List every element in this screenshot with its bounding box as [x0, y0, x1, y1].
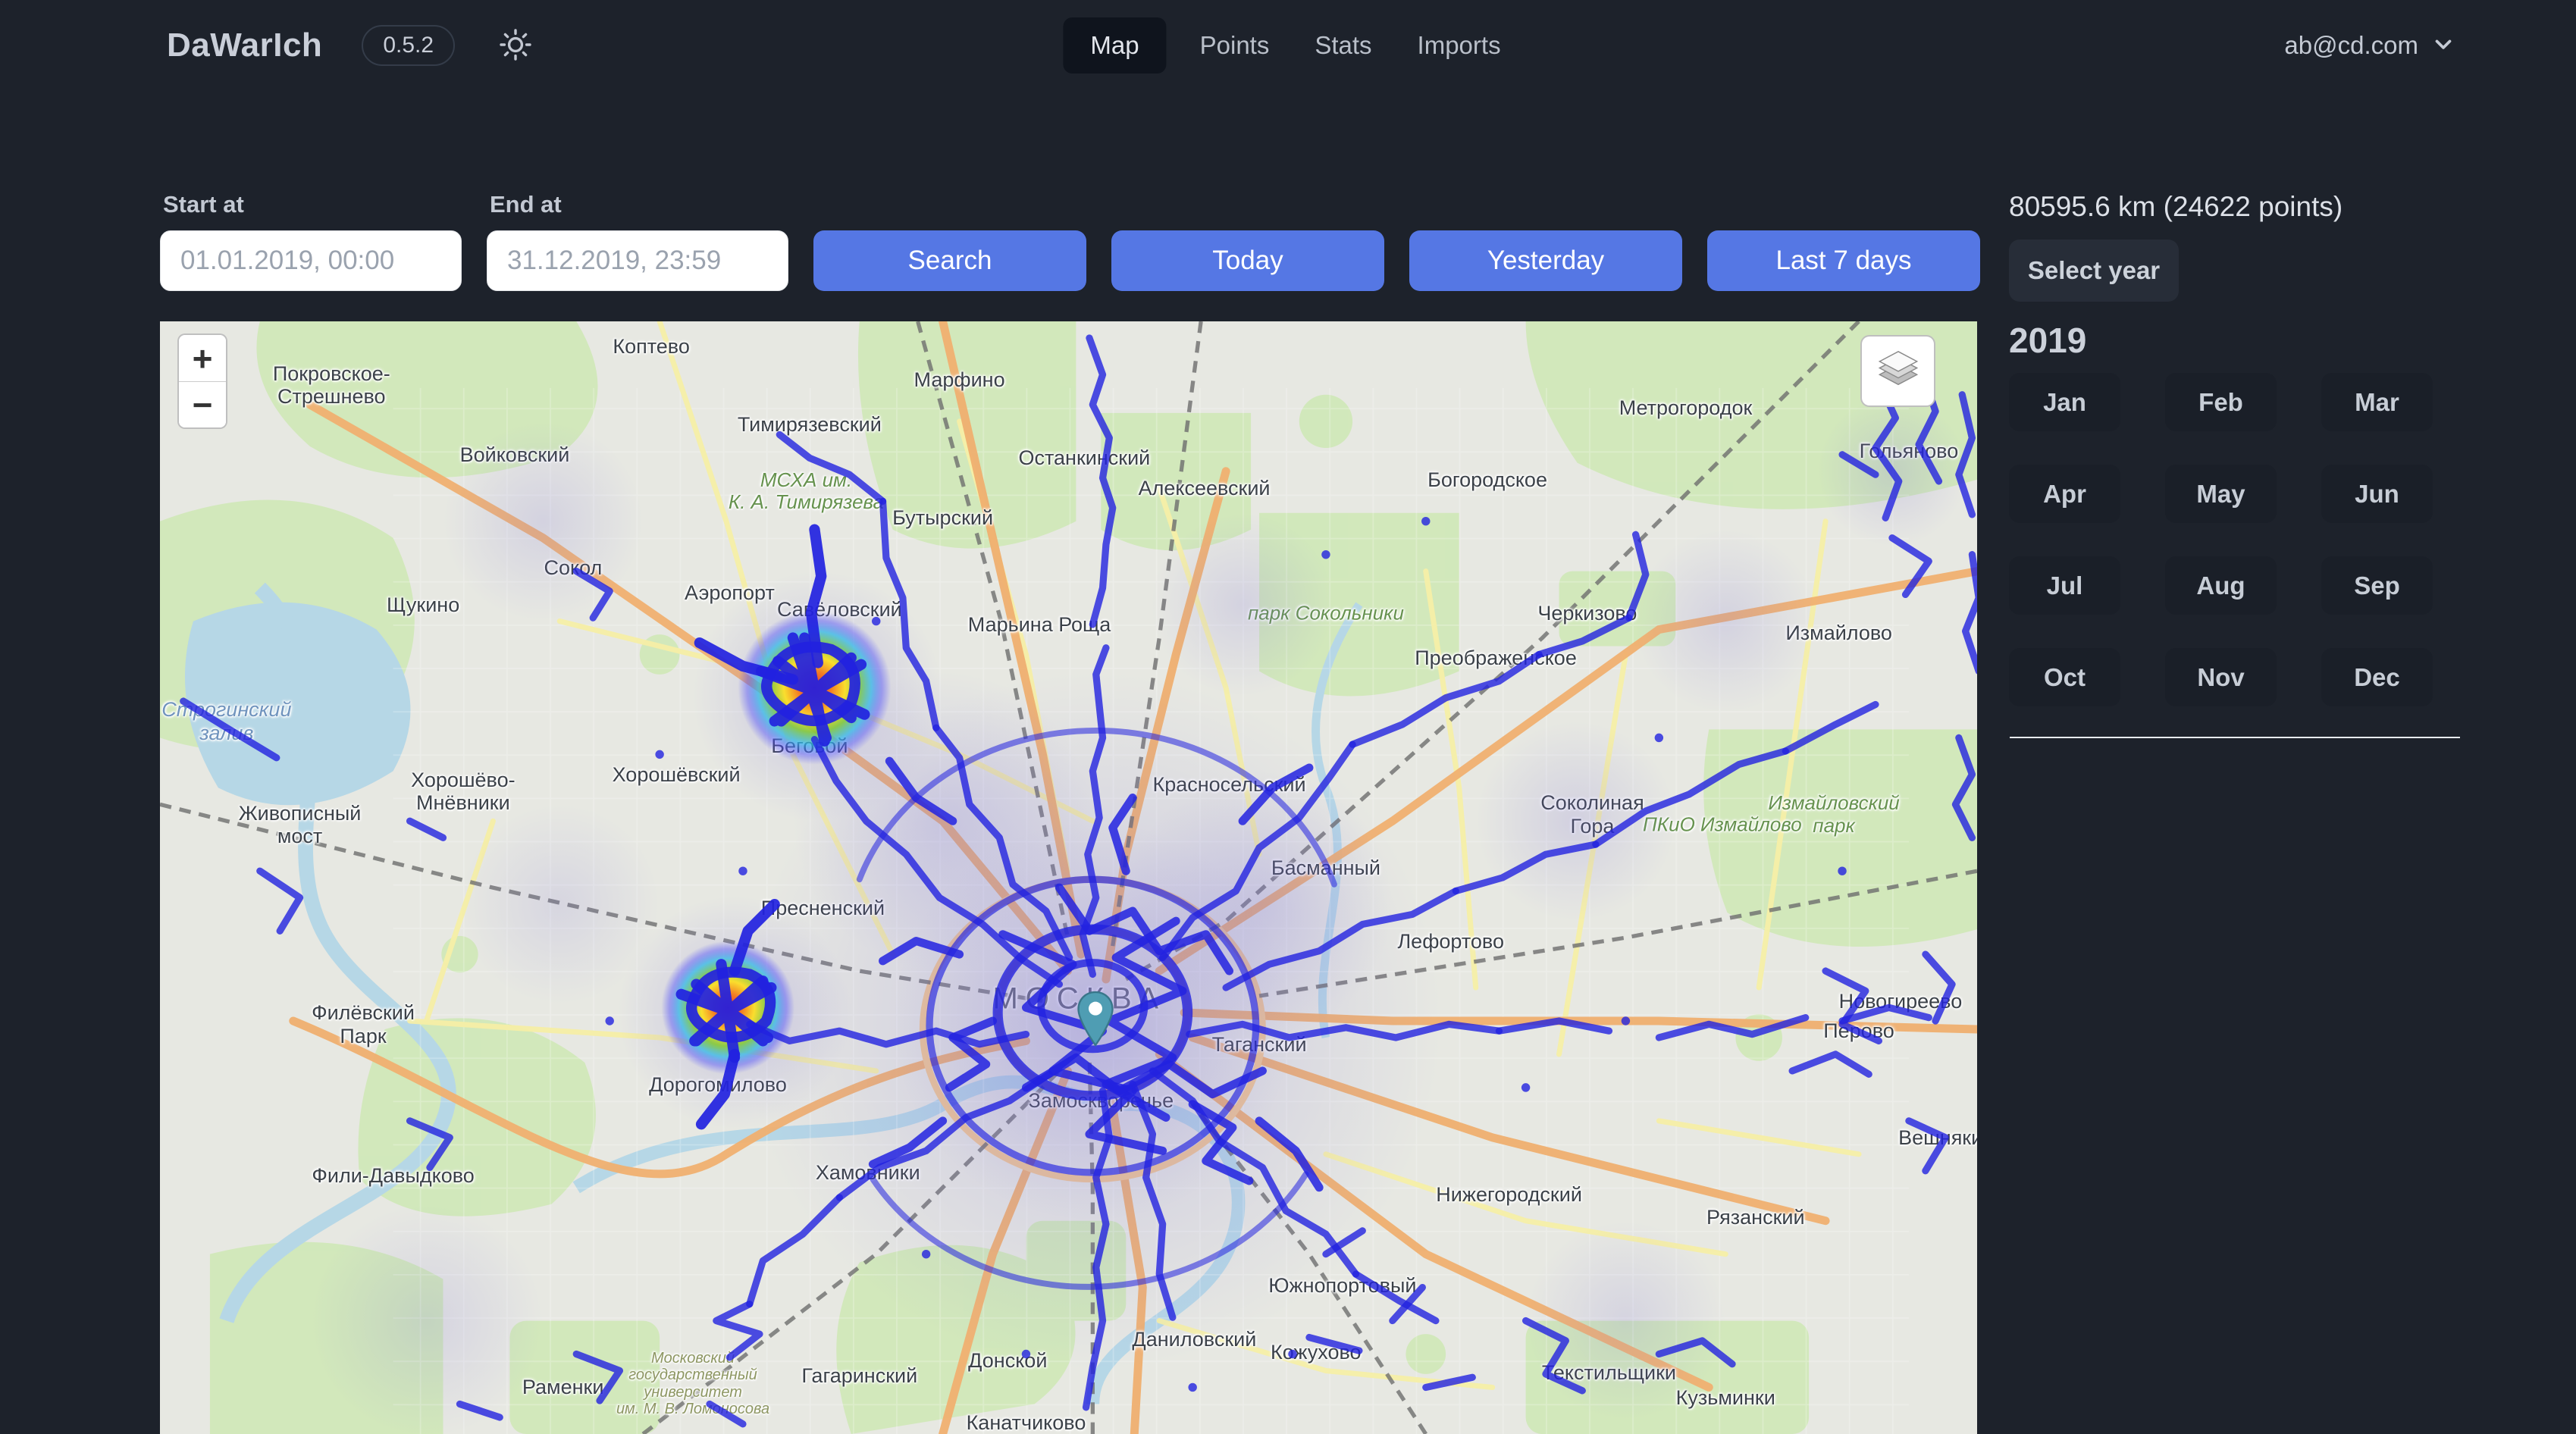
main-nav: Map Points Stats Imports [1063, 0, 1512, 91]
month-button-feb[interactable]: Feb [2165, 373, 2277, 431]
zoom-in-button[interactable]: + [179, 335, 226, 381]
months-grid: Jan Feb Mar Apr May Jun Jul Aug Sep Oct Nov Dec [2009, 373, 2461, 706]
year-heading: 2019 [2009, 320, 2461, 361]
last-7-days-button[interactable]: Last 7 days [1707, 230, 1980, 291]
zoom-out-button[interactable]: − [179, 381, 226, 427]
end-at-label: End at [490, 191, 788, 218]
user-menu[interactable]: ab@cd.com [2284, 0, 2456, 91]
month-button-jan[interactable]: Jan [2009, 373, 2120, 431]
theme-toggle-button[interactable] [497, 27, 534, 65]
start-at-group: Start at [160, 191, 462, 291]
tab-points[interactable]: Points [1188, 17, 1282, 74]
app-header: DaWarIch 0.5.2 Map Points Stats Imports ab@… [0, 0, 2576, 91]
chevron-down-icon [2430, 31, 2456, 61]
end-at-group: End at [487, 191, 788, 291]
start-at-input[interactable] [160, 230, 462, 291]
map-zoom-control: + − [177, 333, 227, 429]
month-button-apr[interactable]: Apr [2009, 465, 2120, 523]
search-button[interactable]: Search [813, 230, 1086, 291]
quick-filters: Search Today Yesterday Last 7 days [813, 230, 1980, 291]
month-button-nov[interactable]: Nov [2165, 648, 2277, 706]
month-button-jun[interactable]: Jun [2321, 465, 2433, 523]
layers-icon [1876, 350, 1920, 392]
sidebar-divider [2010, 737, 2460, 738]
sun-icon [497, 27, 534, 65]
month-button-oct[interactable]: Oct [2009, 648, 2120, 706]
sidebar: 80595.6 km (24622 points) Select year 20… [2009, 191, 2461, 744]
month-button-dec[interactable]: Dec [2321, 648, 2433, 706]
month-button-mar[interactable]: Mar [2321, 373, 2433, 431]
app-logo: DaWarIch [167, 27, 322, 64]
layers-control[interactable] [1860, 335, 1935, 407]
map-marker-pin[interactable] [1076, 991, 1114, 1047]
month-button-jul[interactable]: Jul [2009, 556, 2120, 615]
tab-imports[interactable]: Imports [1406, 17, 1513, 74]
month-button-aug[interactable]: Aug [2165, 556, 2277, 615]
month-button-may[interactable]: May [2165, 465, 2277, 523]
month-button-sep[interactable]: Sep [2321, 556, 2433, 615]
today-button[interactable]: Today [1111, 230, 1384, 291]
date-filter-bar: Start at End at Search Today Yesterday Last… [160, 191, 1977, 291]
version-badge: 0.5.2 [362, 25, 455, 66]
map-ground-layer [160, 321, 1977, 1434]
select-year-button[interactable]: Select year [2009, 240, 2179, 302]
end-at-input[interactable] [487, 230, 788, 291]
tab-stats[interactable]: Stats [1302, 17, 1384, 74]
map-container[interactable]: Покровское- СтрешневоКоптевоВойковскийТи… [160, 321, 1977, 1434]
user-email: ab@cd.com [2284, 31, 2418, 60]
start-at-label: Start at [163, 191, 462, 218]
yesterday-button[interactable]: Yesterday [1409, 230, 1682, 291]
distance-stats: 80595.6 km (24622 points) [2009, 191, 2461, 223]
tab-map[interactable]: Map [1063, 17, 1166, 74]
